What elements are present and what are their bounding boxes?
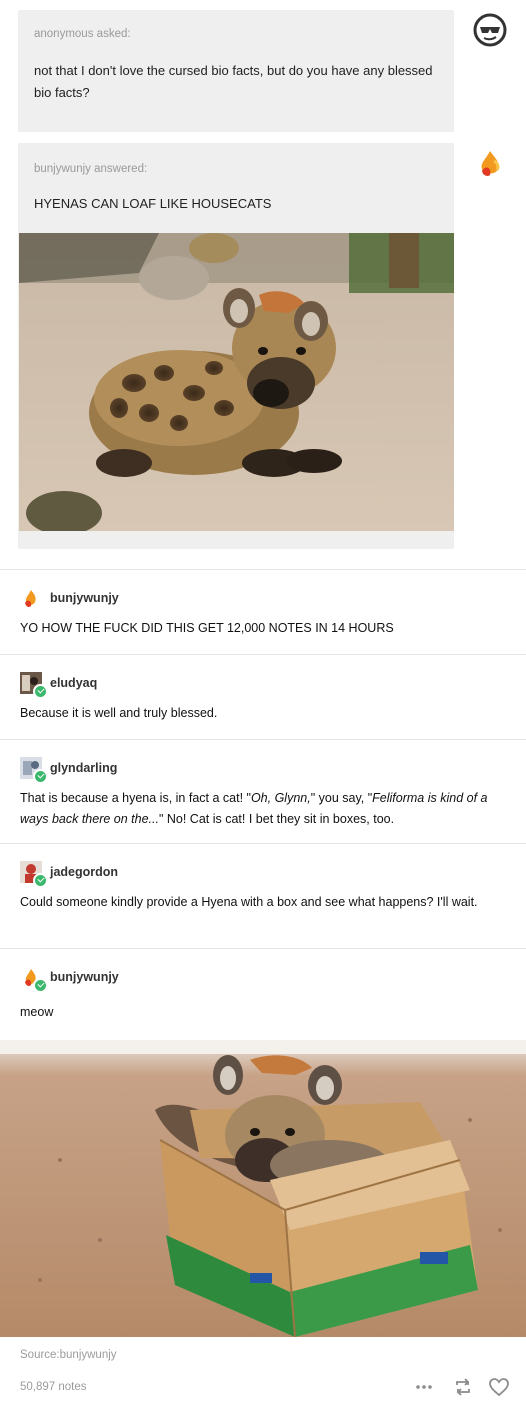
- answer-meta: bunjywunjy answered:: [34, 163, 147, 175]
- answerer-name[interactable]: bunjywunjy: [34, 163, 91, 175]
- ask-question: not that I don't love the cursed bio fac…: [34, 63, 433, 100]
- verified-badge-icon: [33, 978, 48, 993]
- heart-icon[interactable]: [488, 1376, 510, 1398]
- reblog-icon[interactable]: [452, 1376, 474, 1398]
- reply-username[interactable]: bunjywunjy: [50, 591, 119, 605]
- eludyaq-avatar[interactable]: [20, 672, 48, 699]
- hyena-loaf-photo: [19, 233, 454, 531]
- bunjywunjy-avatar[interactable]: [20, 587, 42, 609]
- notes-count[interactable]: 50,897 notes: [20, 1381, 87, 1393]
- reply-text: That is because a hyena is, in fact a ca…: [20, 788, 510, 830]
- reply-text-part: " you say, ": [310, 791, 373, 805]
- bunjywunjy-avatar[interactable]: [20, 966, 48, 993]
- reply-text: meow: [20, 1005, 54, 1019]
- reply-header: eludyaq: [20, 671, 97, 699]
- divider: [0, 569, 526, 570]
- reply-text: YO HOW THE FUCK DID THIS GET 12,000 NOTE…: [20, 621, 394, 635]
- reply-header: glyndarling: [20, 756, 117, 784]
- reply-text: Could someone kindly provide a Hyena wit…: [20, 895, 478, 909]
- verified-badge-icon: [33, 684, 48, 699]
- reply-header: bunjywunjy: [20, 586, 119, 610]
- verified-badge-icon: [33, 873, 48, 888]
- reply-username[interactable]: jadegordon: [50, 865, 118, 879]
- reply-username[interactable]: eludyaq: [50, 676, 97, 690]
- asker-name[interactable]: anonymous: [34, 28, 93, 40]
- anonymous-avatar[interactable]: [470, 10, 510, 50]
- divider: [0, 843, 526, 844]
- bunjywunjy-avatar[interactable]: [470, 143, 510, 183]
- answered-label: answered:: [94, 163, 148, 175]
- divider: [0, 654, 526, 655]
- reply-username[interactable]: glyndarling: [50, 761, 117, 775]
- ask-bubble: anonymous asked: not that I don't love t…: [18, 10, 454, 132]
- reply-text: Because it is well and truly blessed.: [20, 706, 218, 720]
- ask-meta: anonymous asked:: [34, 28, 131, 40]
- source-link[interactable]: Source:bunjywunjy: [20, 1349, 117, 1361]
- reply-header: jadegordon: [20, 860, 118, 888]
- reply-header: bunjywunjy: [20, 965, 119, 993]
- hyena-in-box-photo: [0, 1040, 526, 1337]
- more-icon[interactable]: [414, 1376, 434, 1398]
- answer-text: HYENAS CAN LOAF LIKE HOUSECATS: [34, 196, 272, 211]
- reply-text-italic: Oh, Glynn,: [250, 791, 311, 805]
- jadegordon-avatar[interactable]: [20, 861, 48, 888]
- reply-text-part: " No! Cat is cat! I bet they sit in boxe…: [158, 812, 395, 826]
- reply-text-part: That is because a hyena is, in fact a ca…: [20, 791, 251, 805]
- post-actions: [414, 1376, 510, 1398]
- verified-badge-icon: [33, 769, 48, 784]
- divider: [0, 948, 526, 949]
- asked-label: asked:: [96, 28, 131, 40]
- divider: [0, 739, 526, 740]
- reply-username[interactable]: bunjywunjy: [50, 970, 119, 984]
- glyndarling-avatar[interactable]: [20, 757, 48, 784]
